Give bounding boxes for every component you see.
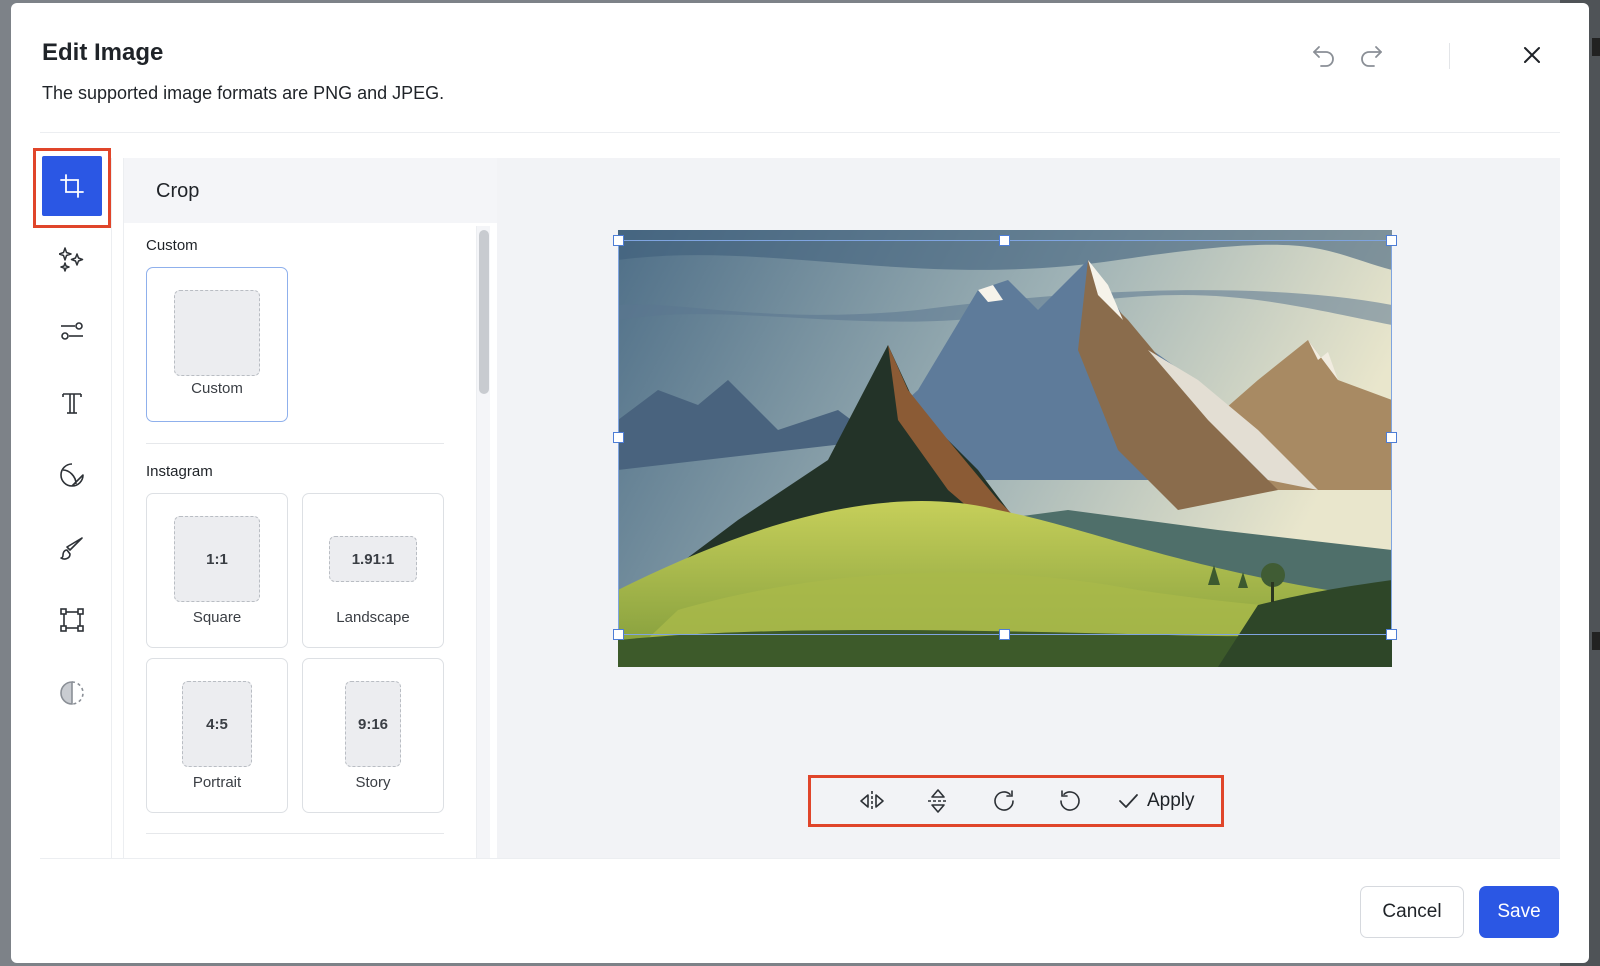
crop-handle[interactable]	[1386, 432, 1397, 443]
crop-ratio-badge: 1:1	[174, 516, 260, 602]
header-separator	[1449, 43, 1450, 69]
sparkles-icon	[59, 247, 84, 272]
crop-option-story[interactable]: 9:16 Story	[302, 658, 444, 813]
check-icon	[1119, 794, 1138, 808]
flip-vertical-icon	[928, 789, 948, 813]
image-canvas: Apply	[497, 158, 1560, 858]
contrast-icon	[60, 681, 84, 705]
apply-label: Apply	[1147, 790, 1195, 811]
crop-handle[interactable]	[1386, 235, 1397, 246]
crop-handle[interactable]	[999, 235, 1010, 246]
crop-ratio-badge: 1.91:1	[329, 536, 417, 582]
rotate-clockwise-icon	[994, 790, 1014, 811]
tool-filter[interactable]	[42, 663, 102, 723]
crop-action-bar: Apply	[808, 775, 1224, 827]
crop-handle[interactable]	[1386, 629, 1397, 640]
crop-panel: Crop Custom Custom Instagram 1:1 Square …	[123, 158, 497, 858]
close-icon	[1524, 47, 1540, 63]
header-divider	[40, 132, 1560, 133]
rotate-counterclockwise-icon	[1060, 790, 1080, 811]
crop-option-thumb	[174, 290, 260, 376]
rotate-counterclockwise-button[interactable]	[1037, 781, 1103, 821]
crop-option-custom[interactable]: Custom	[146, 267, 288, 422]
crop-selection-box[interactable]	[618, 240, 1392, 635]
crop-ratio-badge: 4:5	[182, 681, 252, 767]
crop-option-label: Square	[192, 609, 242, 626]
tool-adjust[interactable]	[42, 301, 102, 361]
tool-text[interactable]	[42, 373, 102, 433]
crop-option-portrait[interactable]: 4:5 Portrait	[146, 658, 288, 813]
undo-icon	[1313, 46, 1334, 67]
section-label-instagram: Instagram	[146, 463, 213, 480]
crop-handle[interactable]	[613, 629, 624, 640]
crop-options-list[interactable]: Custom Custom Instagram 1:1 Square 1.91:…	[124, 223, 479, 858]
tool-frame[interactable]	[42, 590, 102, 650]
crop-option-landscape[interactable]: 1.91:1 Landscape	[302, 493, 444, 648]
cancel-button[interactable]: Cancel	[1360, 886, 1464, 938]
crop-option-label: Story	[355, 774, 391, 791]
flip-vertical-button[interactable]	[905, 781, 971, 821]
panel-scrollbar-thumb[interactable]	[479, 230, 489, 394]
crop-option-label: Landscape	[336, 609, 410, 626]
crop-panel-header: Crop	[124, 158, 497, 223]
redo-icon	[1361, 46, 1382, 67]
dialog-subtitle: The supported image formats are PNG and …	[42, 83, 445, 103]
crop-handle[interactable]	[613, 432, 624, 443]
crop-option-label: Portrait	[192, 774, 242, 791]
redo-button[interactable]	[1354, 38, 1388, 72]
image-preview[interactable]	[613, 230, 1397, 667]
crop-handle[interactable]	[613, 235, 624, 246]
rail-divider	[111, 158, 112, 858]
save-button[interactable]: Save	[1479, 886, 1559, 938]
tool-sticker[interactable]	[42, 445, 102, 505]
background-page-element	[1592, 632, 1600, 650]
background-page-element	[1592, 38, 1600, 56]
close-button[interactable]	[1515, 38, 1549, 72]
sliders-icon	[61, 322, 83, 340]
tool-magic[interactable]	[42, 229, 102, 289]
undo-button[interactable]	[1307, 38, 1341, 72]
section-divider	[146, 443, 444, 444]
section-divider	[146, 833, 444, 834]
crop-panel-title: Crop	[156, 180, 200, 202]
edit-image-dialog: Edit Image The supported image formats a…	[11, 3, 1589, 963]
frame-icon	[60, 608, 84, 632]
tool-draw[interactable]	[42, 518, 102, 578]
sticker-icon	[60, 463, 84, 487]
flip-horizontal-icon	[860, 791, 884, 811]
crop-icon	[60, 174, 84, 198]
apply-button[interactable]: Apply	[1117, 790, 1195, 812]
flip-horizontal-button[interactable]	[839, 781, 905, 821]
crop-option-label: Custom	[191, 380, 243, 397]
section-label-custom: Custom	[146, 237, 198, 254]
brush-icon	[60, 537, 83, 560]
rotate-clockwise-button[interactable]	[971, 781, 1037, 821]
text-icon	[62, 393, 82, 414]
dialog-title: Edit Image	[42, 39, 164, 66]
footer-divider	[40, 858, 1560, 859]
crop-handle[interactable]	[999, 629, 1010, 640]
tool-crop[interactable]	[42, 156, 102, 216]
crop-ratio-badge: 9:16	[345, 681, 401, 767]
crop-option-square[interactable]: 1:1 Square	[146, 493, 288, 648]
